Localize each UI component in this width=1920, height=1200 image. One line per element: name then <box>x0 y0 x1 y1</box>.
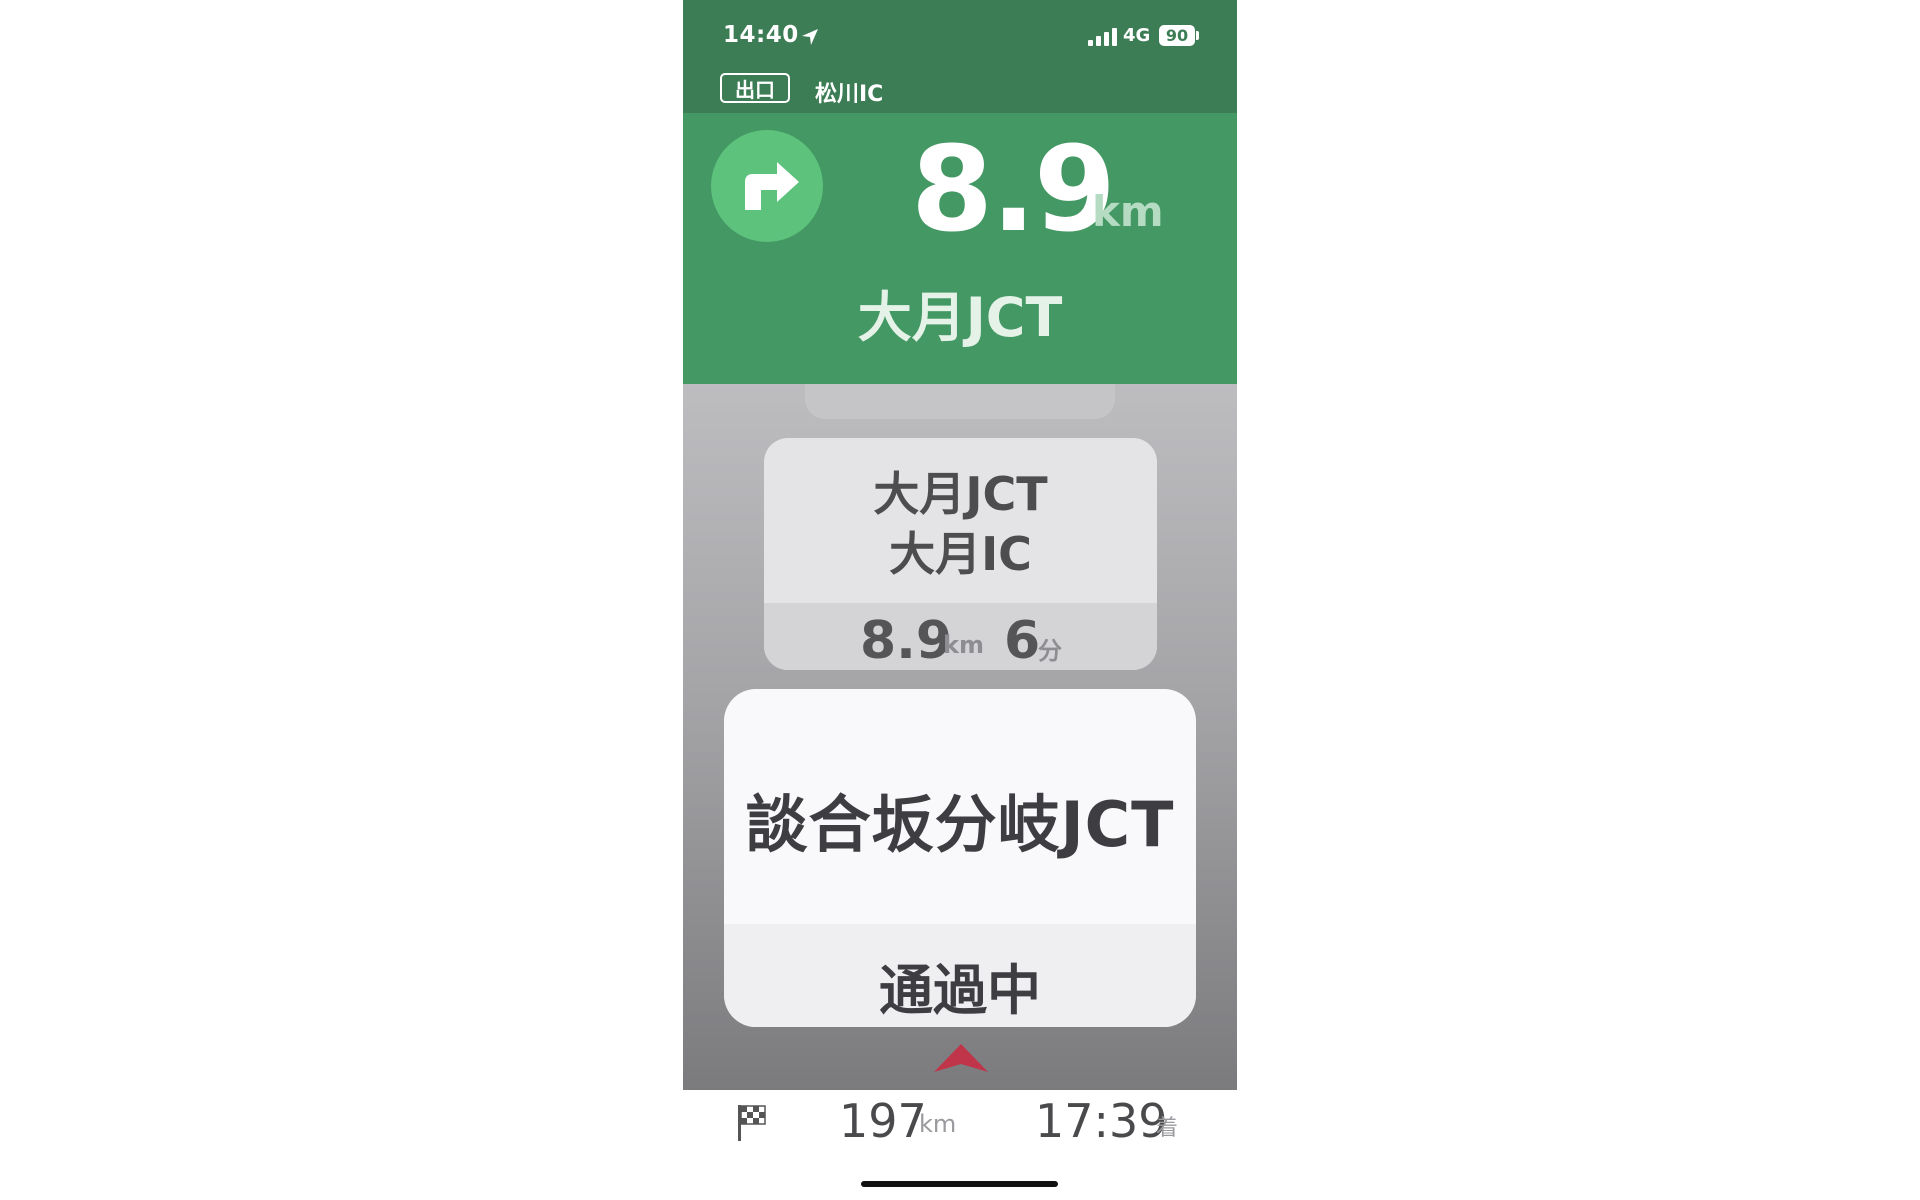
distance-unit: km <box>1092 187 1164 236</box>
arrival-suffix: 着 <box>1156 1116 1179 1141</box>
upcoming-distance-unit: km <box>943 631 984 659</box>
remaining-distance: 197 <box>839 1094 927 1148</box>
upcoming-time-unit: 分 <box>1038 637 1062 665</box>
current-junction-name: 談合坂分岐JCT <box>745 788 1175 861</box>
turn-right-icon <box>745 162 799 210</box>
current-status: 通過中 <box>879 959 1041 1022</box>
battery-tip <box>1196 31 1199 40</box>
upcoming-line2: 大月IC <box>889 527 1032 581</box>
route-list[interactable]: 大月JCT 大月IC 8.9 km 6 分 談合坂分岐JCT 通過中 <box>683 384 1237 1090</box>
current-card[interactable]: 談合坂分岐JCT 通過中 <box>724 689 1196 1027</box>
battery-icon: 90 <box>1159 25 1195 46</box>
remaining-distance-unit: km <box>919 1110 957 1138</box>
upcoming-distance: 8.9 <box>860 611 953 670</box>
trip-summary-bar[interactable]: 197 km 17:39 着 <box>683 1090 1237 1200</box>
checkered-flag-icon <box>738 1105 766 1141</box>
turn-direction <box>711 130 823 242</box>
next-junction-name: 大月JCT <box>857 286 1063 349</box>
guidance-banner[interactable]: 8.9 km 大月JCT <box>683 113 1237 384</box>
phone-screen: 14:40 4G 90 出口 松川IC 8.9 km 大月JCT 大月JCT 大… <box>683 0 1237 1200</box>
exit-name[interactable]: 松川IC <box>815 76 883 108</box>
status-time: 14:40 <box>723 22 799 48</box>
previous-card-peek[interactable] <box>805 384 1115 419</box>
network-type: 4G <box>1123 25 1151 46</box>
signal-icon <box>1088 28 1117 46</box>
upcoming-footer: 8.9 km 6 分 <box>764 603 1157 670</box>
upcoming-card[interactable]: 大月JCT 大月IC 8.9 km 6 分 <box>764 438 1157 670</box>
status-and-exit-bar: 14:40 4G 90 出口 松川IC <box>683 0 1237 113</box>
arrival-time: 17:39 <box>1035 1094 1168 1148</box>
car-position-icon <box>934 1044 988 1072</box>
location-arrow-icon <box>802 29 818 45</box>
distance-value: 8.9 <box>911 120 1116 258</box>
home-indicator[interactable] <box>861 1181 1058 1187</box>
upcoming-line1: 大月JCT <box>873 467 1048 521</box>
current-footer: 通過中 <box>724 924 1196 1027</box>
upcoming-time: 6 <box>1004 611 1041 670</box>
exit-badge: 出口 <box>720 73 790 103</box>
